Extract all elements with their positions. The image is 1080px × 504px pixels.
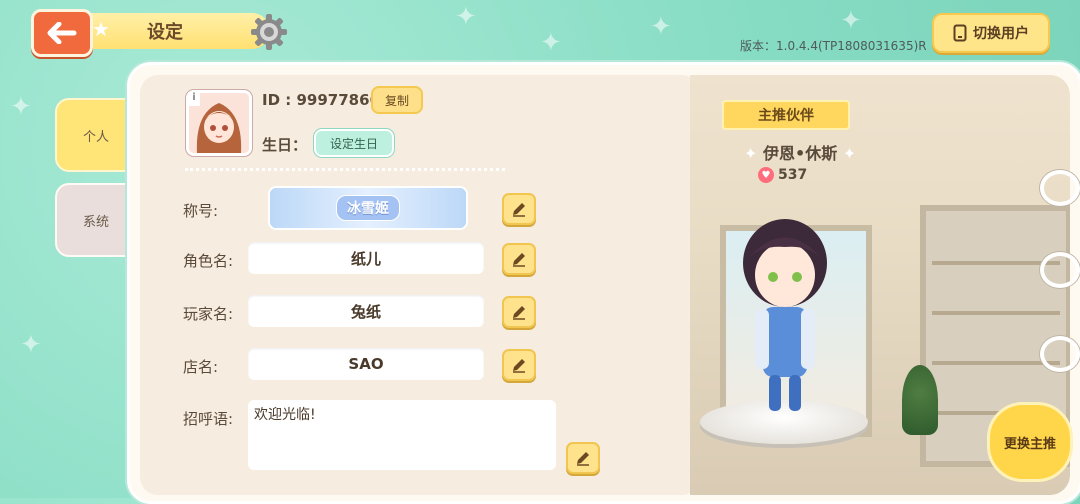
sparkle-decoration: ✦ xyxy=(650,12,672,42)
switch-user-label: 切换用户 xyxy=(973,26,1029,42)
pencil-icon xyxy=(513,359,525,373)
partner-likes-count: 537 xyxy=(778,167,808,183)
edit-role-name-button[interactable] xyxy=(502,243,536,275)
change-partner-label: 更换主推 xyxy=(1003,436,1056,452)
set-birthday-label: 设定生日 xyxy=(329,136,378,151)
partner-name: ✦ 伊恩•休斯 ✦ xyxy=(744,140,856,164)
star-icon: ★ xyxy=(92,17,110,41)
partner-ribbon-label: 主推伙伴 xyxy=(758,108,814,124)
sparkle-icon: ✦ xyxy=(837,144,857,163)
set-birthday-button[interactable]: 设定生日 xyxy=(314,129,394,157)
title-label: 称号: xyxy=(183,202,219,220)
phone-icon xyxy=(953,24,967,42)
greeting-field[interactable]: 欢迎光临! xyxy=(248,400,556,470)
switch-user-button[interactable]: 切换用户 xyxy=(932,13,1050,53)
edit-title-button[interactable] xyxy=(502,193,536,225)
sparkle-decoration: ✦ xyxy=(10,92,32,122)
sparkle-decoration: ✦ xyxy=(840,6,862,36)
pencil-icon xyxy=(513,203,525,217)
partner-ribbon: 主推伙伴 xyxy=(722,100,850,130)
birthday-label: 生日： xyxy=(262,136,308,154)
role-name-label: 角色名: xyxy=(183,252,234,270)
edit-player-name-button[interactable] xyxy=(502,296,536,328)
binder-ring xyxy=(1040,252,1080,288)
title-banner: 冰雪姬 xyxy=(268,186,468,230)
tab-system-label: 系统 xyxy=(82,214,109,230)
version-text: 版本：1.0.4.4(TP1808031635)R xyxy=(740,39,927,53)
pencil-icon xyxy=(513,306,525,320)
copy-id-button[interactable]: 复制 xyxy=(371,86,423,114)
pencil-icon xyxy=(513,253,525,267)
sparkle-decoration: ✦ xyxy=(455,2,477,32)
back-button[interactable] xyxy=(31,9,93,57)
binder-ring xyxy=(1040,336,1080,372)
gear-icon xyxy=(251,14,287,50)
tab-system[interactable]: 系统 xyxy=(55,183,137,257)
greeting-label: 招呼语: xyxy=(183,410,234,428)
shop-name-label: 店名: xyxy=(183,358,219,376)
divider xyxy=(185,168,505,171)
page-title: 设定 xyxy=(147,22,183,43)
potted-plant xyxy=(902,365,938,435)
change-partner-button[interactable]: 更换主推 xyxy=(987,402,1073,482)
info-badge-icon: i xyxy=(188,92,200,106)
tab-personal-label: 个人 xyxy=(82,129,109,145)
sparkle-icon: ✦ xyxy=(744,144,763,163)
edit-shop-name-button[interactable] xyxy=(502,349,536,381)
binder-ring xyxy=(1040,170,1080,206)
back-arrow-icon xyxy=(47,22,77,44)
sparkle-decoration: ✦ xyxy=(20,330,42,360)
pencil-icon xyxy=(577,452,589,466)
edit-greeting-button[interactable] xyxy=(566,442,600,474)
tab-personal[interactable]: 个人 xyxy=(55,98,137,172)
copy-id-label: 复制 xyxy=(384,93,409,108)
title-banner-text: 冰雪姬 xyxy=(336,195,400,221)
shop-name-field[interactable]: SAO xyxy=(248,348,484,380)
sparkle-decoration: ✦ xyxy=(540,28,562,58)
player-name-label: 玩家名: xyxy=(183,305,234,323)
role-name-field[interactable]: 纸儿 xyxy=(248,242,484,274)
partner-name-text: 伊恩•休斯 xyxy=(762,144,838,163)
player-name-field[interactable]: 兔纸 xyxy=(248,295,484,327)
heart-icon: ♥ xyxy=(758,167,774,183)
player-id: ID : 99977866 xyxy=(262,91,380,109)
partner-likes: ♥ 537 xyxy=(758,167,807,183)
partner-character[interactable] xyxy=(725,205,845,420)
